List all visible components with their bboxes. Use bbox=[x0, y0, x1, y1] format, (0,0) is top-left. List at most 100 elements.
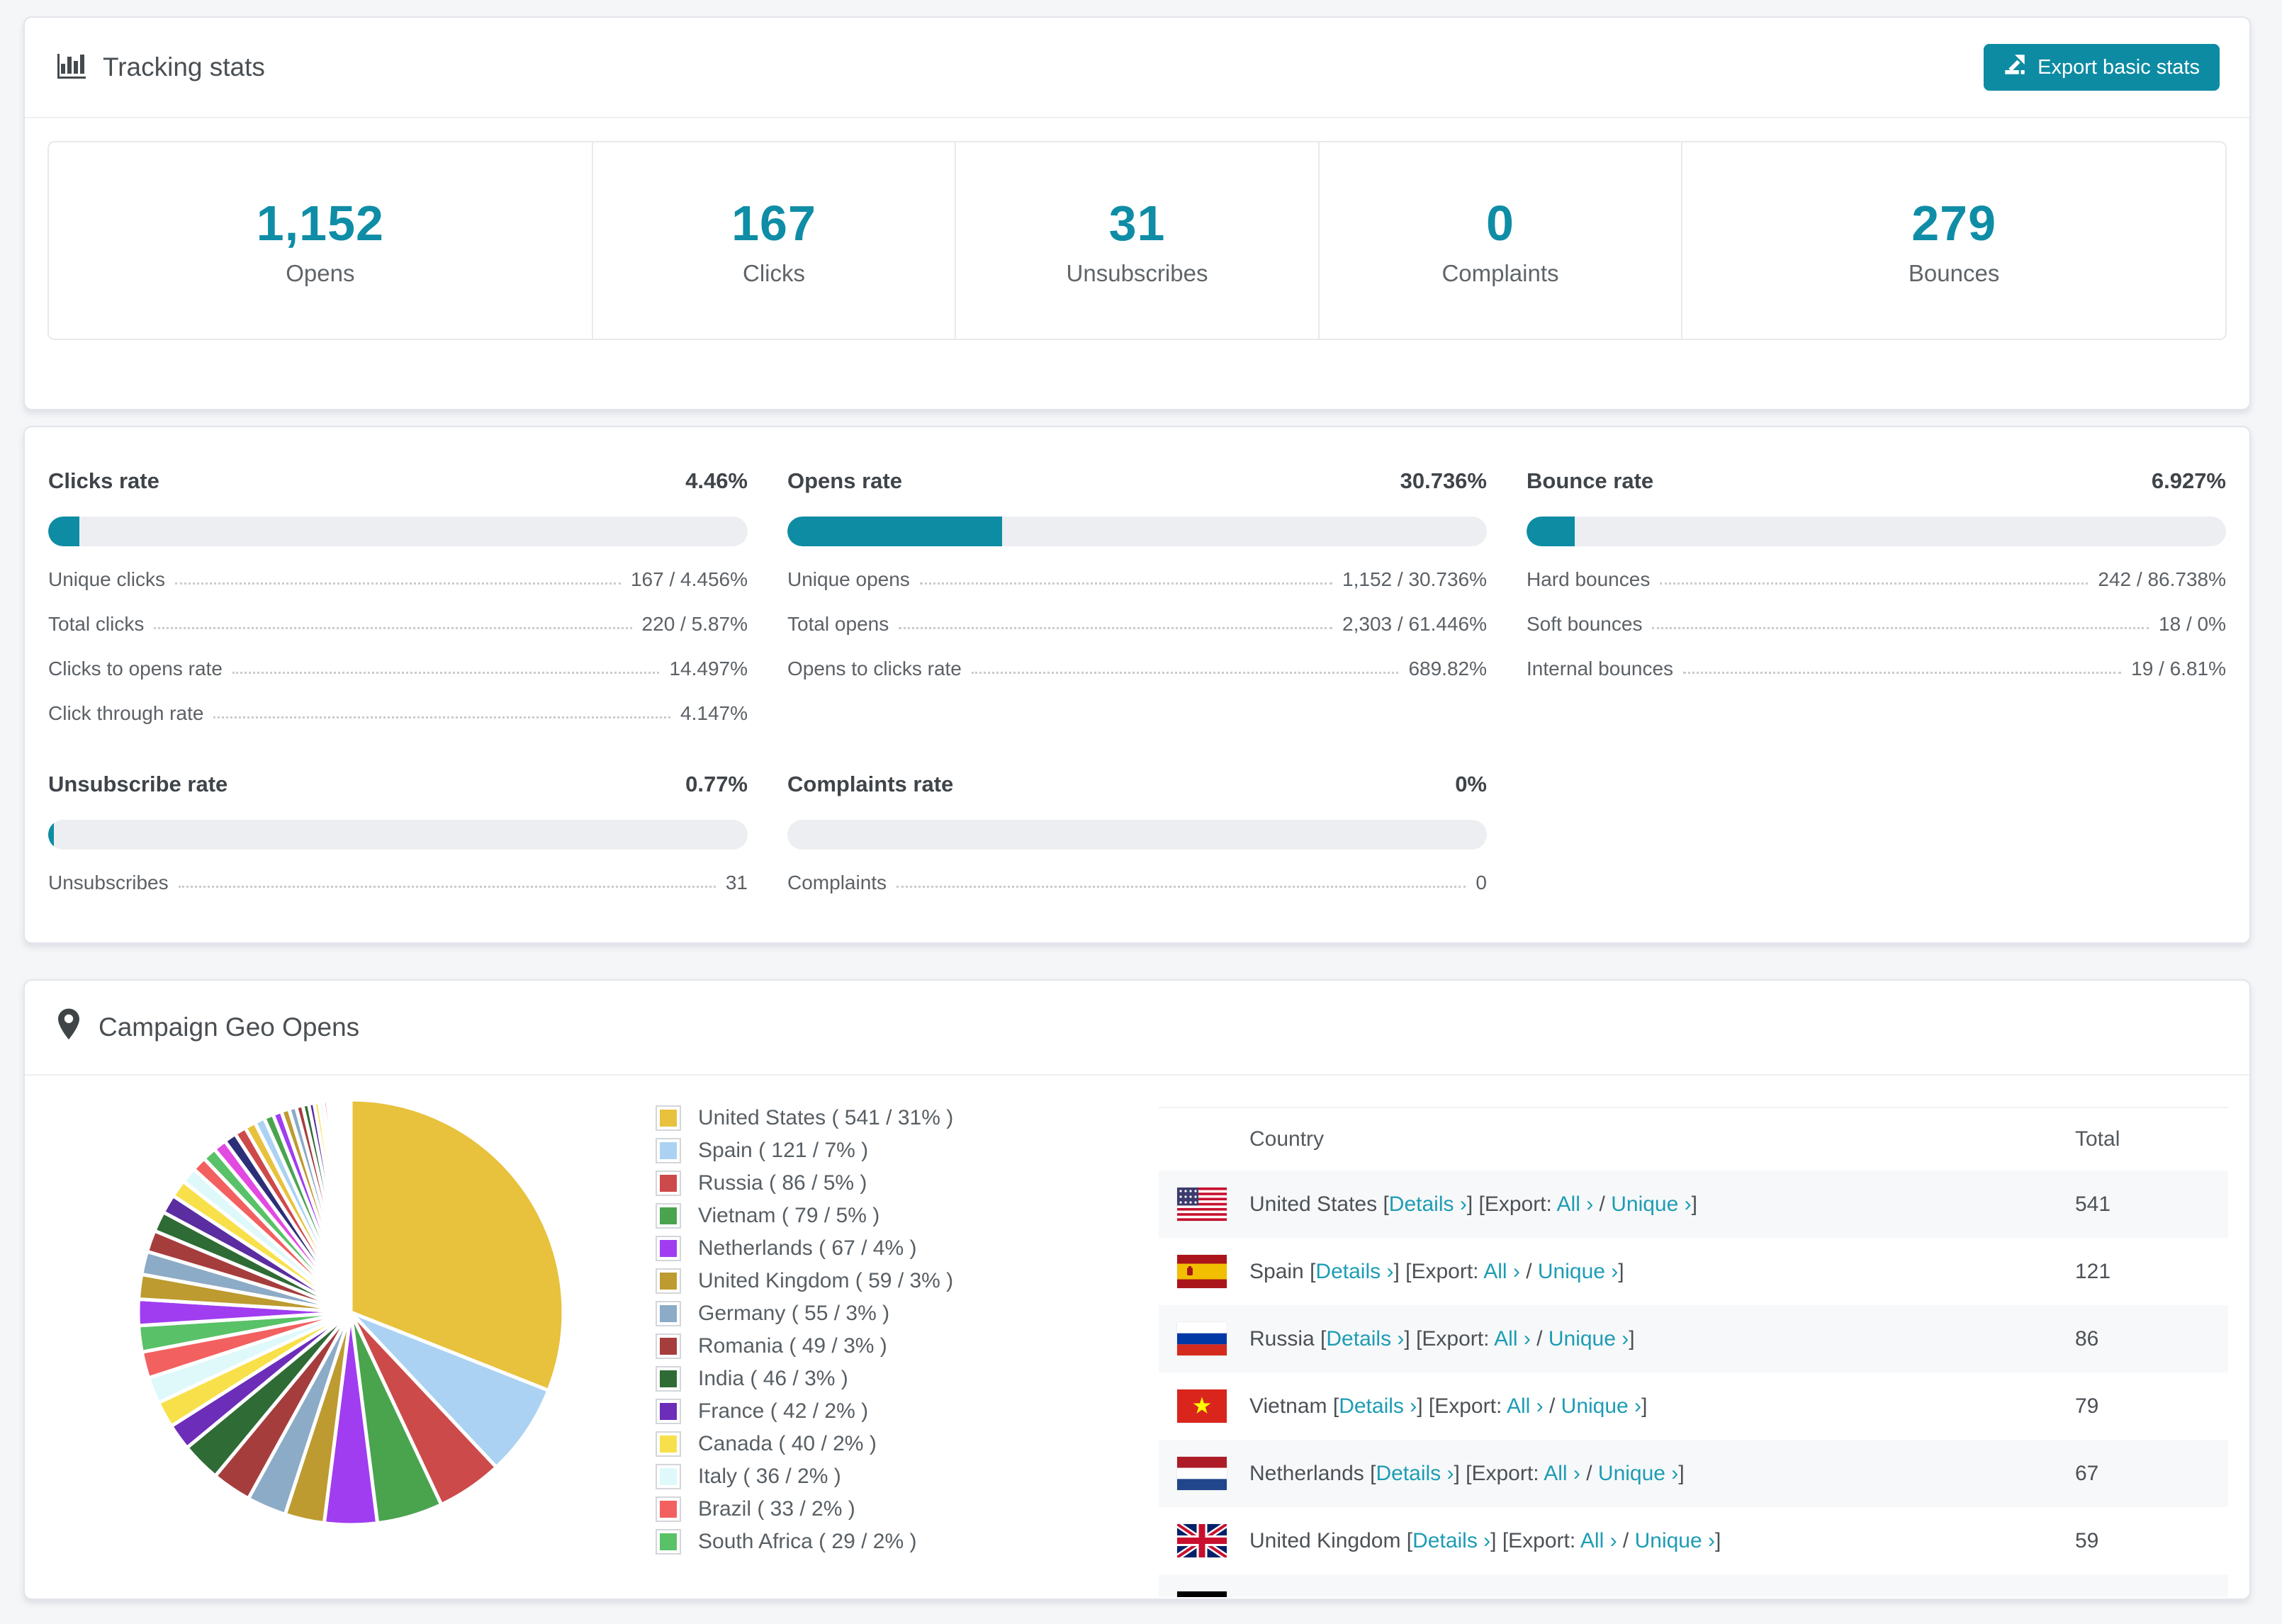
export-unique-link[interactable]: Unique › bbox=[1611, 1192, 1691, 1216]
legend-item[interactable]: Netherlands ( 67 / 4% ) bbox=[656, 1236, 1159, 1261]
stat-label: Complaints bbox=[1441, 259, 1559, 286]
export-prefix: ] [Export: bbox=[1490, 1528, 1580, 1552]
legend-swatch bbox=[656, 1105, 681, 1131]
stat-value: 0 bbox=[1486, 195, 1514, 251]
export-unique-link[interactable]: Unique › bbox=[1571, 1596, 1651, 1598]
legend-swatch bbox=[656, 1431, 681, 1457]
rate-detail-row: Unique clicks 167 / 4.456% bbox=[48, 568, 748, 591]
slash: / bbox=[1580, 1461, 1598, 1485]
rate-block-unsubscribe-rate: Unsubscribe rate 0.77% Unsubscribes 31 bbox=[48, 772, 748, 894]
country-name: Vietnam bbox=[1249, 1394, 1333, 1418]
details-link[interactable]: Details › bbox=[1339, 1394, 1417, 1418]
rate-title: Bounce rate bbox=[1527, 468, 1654, 493]
export-all-link[interactable]: All › bbox=[1507, 1394, 1544, 1418]
export-unique-link[interactable]: Unique › bbox=[1598, 1462, 1678, 1485]
details-link[interactable]: Details › bbox=[1349, 1596, 1427, 1598]
export-unique-link[interactable]: Unique › bbox=[1538, 1260, 1618, 1283]
slash: / bbox=[1593, 1192, 1612, 1216]
export-all-link[interactable]: All › bbox=[1494, 1327, 1531, 1350]
geo-table-row-de: Germany [Details ›] [Export: All › / Uni… bbox=[1159, 1574, 2228, 1597]
rate-block-bounce-rate: Bounce rate 6.927% Hard bounces 242 / 86.73… bbox=[1527, 468, 2226, 725]
details-link[interactable]: Details › bbox=[1315, 1260, 1393, 1283]
legend-item[interactable]: Canada ( 40 / 2% ) bbox=[656, 1431, 1159, 1457]
export-all-link[interactable]: All › bbox=[1517, 1596, 1553, 1598]
stat-value: 279 bbox=[1911, 195, 1997, 251]
slash: / bbox=[1617, 1528, 1635, 1552]
legend-swatch bbox=[656, 1138, 681, 1163]
dotted-leader bbox=[896, 886, 1466, 888]
bracket: ] bbox=[1678, 1461, 1685, 1485]
detail-label: Total clicks bbox=[48, 613, 145, 635]
rate-percent: 6.927% bbox=[2151, 468, 2226, 493]
country-cell: Netherlands [Details ›] [Export: All › /… bbox=[1249, 1440, 2074, 1507]
stat-label: Opens bbox=[286, 259, 355, 286]
legend-item[interactable]: Russia ( 86 / 5% ) bbox=[656, 1171, 1159, 1196]
country-cell: Vietnam [Details ›] [Export: All › / Uni… bbox=[1249, 1372, 2074, 1440]
legend-item[interactable]: India ( 46 / 3% ) bbox=[656, 1366, 1159, 1392]
stat-value: 1,152 bbox=[256, 195, 384, 251]
rates-card: Clicks rate 4.46% Unique clicks 167 / 4.456… bbox=[23, 426, 2251, 944]
country-cell: United Kingdom [Details ›] [Export: All … bbox=[1249, 1507, 2074, 1574]
dotted-leader bbox=[919, 582, 1333, 585]
flag-gb-icon bbox=[1159, 1507, 1249, 1574]
flag-us-icon bbox=[1159, 1171, 1249, 1238]
geo-title: Campaign Geo Opens bbox=[99, 1013, 360, 1042]
export-all-link[interactable]: All › bbox=[1483, 1260, 1520, 1283]
legend-label: Canada ( 40 / 2% ) bbox=[698, 1432, 877, 1455]
rate-detail-row: Click through rate 4.147% bbox=[48, 702, 748, 725]
slash: / bbox=[1519, 1259, 1538, 1283]
details-link[interactable]: Details › bbox=[1412, 1529, 1490, 1552]
rate-progress-fill bbox=[787, 517, 1003, 546]
export-all-link[interactable]: All › bbox=[1544, 1462, 1580, 1485]
export-unique-link[interactable]: Unique › bbox=[1635, 1529, 1715, 1552]
bracket: ] bbox=[1651, 1596, 1657, 1598]
flag-ru-icon bbox=[1159, 1305, 1249, 1372]
legend-item[interactable]: United States ( 541 / 31% ) bbox=[656, 1105, 1159, 1131]
legend-item[interactable]: Brazil ( 33 / 2% ) bbox=[656, 1496, 1159, 1522]
legend-swatch bbox=[656, 1171, 681, 1196]
legend-item[interactable]: Spain ( 121 / 7% ) bbox=[656, 1138, 1159, 1163]
bar-chart-icon bbox=[55, 48, 87, 87]
detail-label: Click through rate bbox=[48, 702, 204, 724]
export-unique-link[interactable]: Unique › bbox=[1548, 1327, 1629, 1350]
legend-label: Brazil ( 33 / 2% ) bbox=[698, 1497, 855, 1521]
rate-progress-bar bbox=[787, 820, 1487, 850]
dotted-leader bbox=[1660, 582, 2089, 585]
tracking-stats-title: Tracking stats bbox=[103, 52, 265, 81]
export-unique-link[interactable]: Unique › bbox=[1561, 1394, 1641, 1418]
legend-item[interactable]: Germany ( 55 / 3% ) bbox=[656, 1301, 1159, 1326]
legend-item[interactable]: France ( 42 / 2% ) bbox=[656, 1399, 1159, 1424]
flag-de-icon bbox=[1159, 1574, 1249, 1597]
export-all-link[interactable]: All › bbox=[1557, 1192, 1594, 1216]
total-value: 59 bbox=[2075, 1528, 2099, 1552]
country-cell: United States [Details ›] [Export: All ›… bbox=[1249, 1171, 2074, 1238]
legend-item[interactable]: United Kingdom ( 59 / 3% ) bbox=[656, 1268, 1159, 1294]
export-all-link[interactable]: All › bbox=[1580, 1529, 1617, 1552]
pie-slice[interactable] bbox=[348, 1098, 353, 1313]
legend-item[interactable]: Vietnam ( 79 / 5% ) bbox=[656, 1203, 1159, 1229]
stat-bounces: 279 Bounces bbox=[1681, 142, 2225, 339]
rate-percent: 30.736% bbox=[1400, 468, 1487, 493]
export-basic-stats-button[interactable]: Export basic stats bbox=[1984, 44, 2220, 91]
detail-value: 689.82% bbox=[1408, 658, 1487, 680]
geo-legend: United States ( 541 / 31% ) Spain ( 121 /… bbox=[656, 1105, 1159, 1562]
legend-swatch bbox=[656, 1399, 681, 1424]
legend-label: South Africa ( 29 / 2% ) bbox=[698, 1530, 917, 1553]
details-link[interactable]: Details › bbox=[1376, 1462, 1454, 1485]
detail-label: Soft bounces bbox=[1527, 613, 1643, 635]
detail-value: 14.497% bbox=[669, 658, 748, 680]
legend-swatch bbox=[656, 1333, 681, 1359]
legend-item[interactable]: Italy ( 36 / 2% ) bbox=[656, 1464, 1159, 1489]
rate-progress-bar bbox=[48, 820, 748, 850]
rate-detail-row: Total opens 2,303 / 61.446% bbox=[787, 613, 1487, 636]
stat-label: Unsubscribes bbox=[1066, 259, 1208, 286]
geo-table-row-vn: Vietnam [Details ›] [Export: All › / Uni… bbox=[1159, 1372, 2228, 1440]
legend-item[interactable]: South Africa ( 29 / 2% ) bbox=[656, 1529, 1159, 1555]
details-link[interactable]: Details › bbox=[1389, 1192, 1467, 1216]
legend-item[interactable]: Romania ( 49 / 3% ) bbox=[656, 1333, 1159, 1359]
rate-progress-bar bbox=[1527, 517, 2226, 546]
details-link[interactable]: Details › bbox=[1326, 1327, 1404, 1350]
detail-value: 1,152 / 30.736% bbox=[1342, 568, 1487, 590]
rate-detail-row: Internal bounces 19 / 6.81% bbox=[1527, 658, 2226, 680]
bracket: ] bbox=[1691, 1192, 1697, 1216]
